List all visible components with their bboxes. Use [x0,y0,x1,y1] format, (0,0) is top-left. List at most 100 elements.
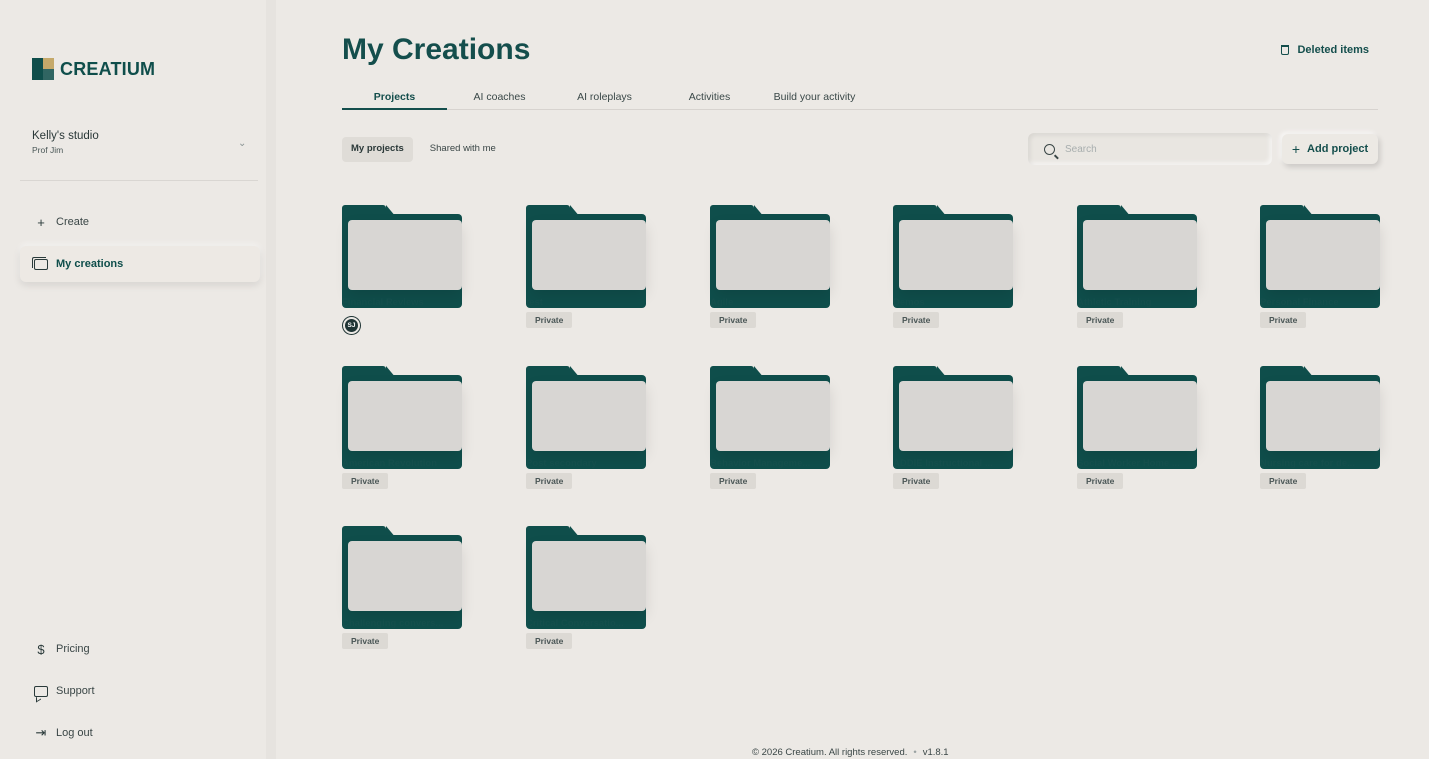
privacy-badge: Private [893,312,940,328]
project-name: Challenging convers... [342,618,444,629]
logout-icon: ⇥ [35,725,47,740]
privacy-badge: Private [710,312,757,328]
project-card[interactable]: Nursing care for de... Private [1260,366,1420,506]
sidebar-item-label: Log out [56,727,93,739]
folder-icon [1077,205,1197,308]
project-name: Behavior Manageme... [710,458,811,469]
search-icon [1044,143,1055,155]
project-name: Personal Finance [1260,297,1339,308]
folder-icon [893,205,1013,308]
sidebar-item-create[interactable]: + Create [20,204,260,240]
sidebar-item-pricing[interactable]: $ Pricing [20,631,260,667]
sidebar-item-label: Support [56,685,95,697]
deleted-items-link[interactable]: Deleted items [1281,44,1369,56]
project-name: Agile [710,297,734,308]
project-name: Nursing care for de... [1260,458,1356,469]
project-name: Critical Conversatio... [526,618,624,629]
project-card[interactable]: Financial Reviews SJ [342,205,502,345]
folder-icon [1260,205,1380,308]
sidebar-item-logout[interactable]: ⇥ Log out [20,715,260,751]
privacy-badge: Private [526,473,573,489]
page-title: My Creations [342,33,531,66]
folder-icon [710,366,830,469]
search-input[interactable] [1065,143,1245,155]
studio-switcher[interactable]: Kelly's studio Prof Jim ⌄ [32,130,252,155]
folder-icon [342,526,462,629]
privacy-badge: Private [1077,312,1124,328]
sidebar-item-label: Pricing [56,643,90,655]
main-content: My Creations Deleted items Projects AI c… [286,0,1429,759]
sidebar-item-my-creations[interactable]: My creations [20,246,260,282]
add-project-label: Add project [1307,143,1369,155]
brand-logo[interactable]: CREATIUM [32,58,155,80]
brand-name: CREATIUM [60,58,156,79]
project-card[interactable]: Personal Finance Private [1260,205,1420,345]
sidebar-item-support[interactable]: Support [20,673,260,709]
project-name: test [526,297,543,308]
chevron-down-icon[interactable]: ⌄ [238,138,252,152]
project-name: Social Worker Home ... [1077,458,1180,469]
privacy-badge: Private [526,312,573,328]
sidebar-item-label: Create [56,216,90,228]
privacy-badge: Private [893,473,940,489]
folders-icon [32,256,48,271]
folder-icon [893,366,1013,469]
folder-icon [526,526,646,629]
tab-ai-coaches[interactable]: AI coaches [447,86,552,110]
chat-icon [34,684,48,698]
subtab-my-projects[interactable]: My projects [342,137,413,162]
project-card[interactable]: Challenging convers... Private [342,526,502,666]
project-filter: My projects Shared with me [342,137,505,162]
folder-icon [710,205,830,308]
privacy-badge: Private [526,633,573,649]
tab-bar: Projects AI coaches AI roleplays Activit… [342,86,1378,110]
search-box[interactable] [1028,133,1272,165]
tab-projects[interactable]: Projects [342,86,447,110]
footer-separator: • [913,747,917,758]
plus-icon: + [37,214,45,230]
dollar-icon: $ [37,641,45,657]
tab-ai-roleplays[interactable]: AI roleplays [552,86,657,110]
project-card[interactable]: Post secondary Private [526,366,686,506]
project-card[interactable]: test Private [526,205,686,345]
project-card[interactable]: Demos Private [893,205,1053,345]
project-card[interactable]: Agile Private [710,205,870,345]
tab-activities[interactable]: Activities [657,86,762,110]
footer: © 2026 Creatium. All rights reserved. • … [752,747,949,758]
trash-icon [1281,45,1290,55]
folder-icon [1260,366,1380,469]
creatium-logo-icon [32,58,54,80]
privacy-badge: Private [1260,312,1307,328]
folder-icon [1077,366,1197,469]
avatar: SJ [343,317,360,334]
project-name: Post secondary [526,458,597,469]
studio-name: Kelly's studio [32,130,99,142]
sidebar-item-label: My creations [56,258,124,270]
project-card[interactable]: Critical Conversatio... Private [526,526,686,666]
project-card[interactable]: American Revolution Private [342,366,502,506]
sidebar: CREATIUM Kelly's studio Prof Jim ⌄ + Cre… [0,0,276,759]
project-card[interactable]: Behavior Manageme... Private [710,366,870,506]
project-card[interactable]: ADDIE Instructional ... Private [893,366,1053,506]
add-project-button[interactable]: + Add project [1282,134,1378,164]
project-name: ADDIE Instructional ... [893,458,993,469]
tab-build-your-activity[interactable]: Build your activity [762,86,867,110]
deleted-items-label: Deleted items [1297,44,1369,56]
privacy-badge: Private [1077,473,1124,489]
privacy-badge: Private [710,473,757,489]
copyright-text: © 2026 Creatium. All rights reserved. [752,747,908,758]
project-card[interactable]: Athletic Training Private [1077,205,1237,345]
privacy-badge: Private [342,633,389,649]
folder-icon [526,205,646,308]
folder-icon [342,366,462,469]
project-name: American Revolution [342,458,438,469]
version-text: v1.8.1 [922,747,949,758]
privacy-badge: Private [1260,473,1307,489]
project-name: Athletic Training [1077,297,1152,308]
subtab-shared-with-me[interactable]: Shared with me [421,137,505,162]
folder-icon [526,366,646,469]
project-card[interactable]: Social Worker Home ... Private [1077,366,1237,506]
privacy-badge: Private [342,473,389,489]
studio-user: Prof Jim [32,145,64,155]
project-name: Demos [893,297,925,308]
